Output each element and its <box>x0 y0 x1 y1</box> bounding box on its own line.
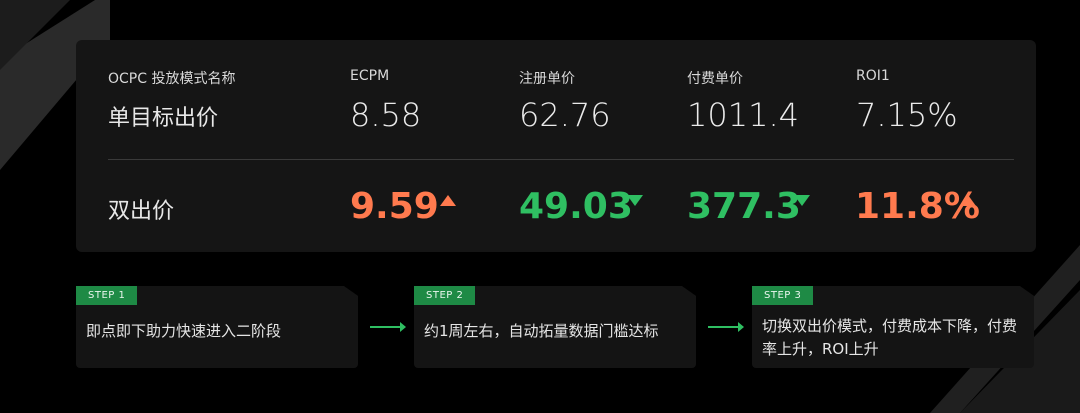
comparison-panel: OCPC 投放模式名称 ECPM 注册单价 付费单价 ROI1 单目标出价 8.… <box>76 40 1036 252</box>
header-pay-cost: 付费单价 <box>687 71 743 87</box>
trend-down-icon <box>794 195 810 206</box>
row2-pay-cost-value: 377.3 <box>687 186 801 227</box>
trend-up-icon <box>960 195 976 206</box>
row1-roi1-value: 7.15% <box>856 96 958 134</box>
step-badge: STEP 3 <box>752 286 814 305</box>
header-roi1: ROI1 <box>856 68 890 84</box>
header-register-cost: 注册单价 <box>519 71 575 87</box>
row1-ecpm-value: 8.58 <box>350 96 422 134</box>
arrow-right-icon <box>708 322 744 332</box>
step-text: 切换双出价模式，付费成本下降，付费率上升，ROI上升 <box>762 317 1018 358</box>
step-card-1: STEP 1 即点即下助力快速进入二阶段 <box>76 286 358 368</box>
arrow-right-icon <box>370 322 406 332</box>
step-badge: STEP 1 <box>76 286 138 305</box>
row-divider <box>108 159 1014 160</box>
header-mode-name: OCPC 投放模式名称 <box>108 71 236 87</box>
row2-ecpm-value: 9.59 <box>350 186 439 227</box>
step-card-2: STEP 2 约1周左右，自动拓量数据门槛达标 <box>414 286 696 368</box>
row2-label: 双出价 <box>108 199 175 224</box>
row1-label: 单目标出价 <box>108 106 219 131</box>
step-badge: STEP 2 <box>414 286 476 305</box>
row1-pay-cost-value: 1011.4 <box>687 96 799 134</box>
step-text: 约1周左右，自动拓量数据门槛达标 <box>424 322 659 340</box>
row2-register-cost-value: 49.03 <box>519 186 633 227</box>
row1-register-cost-value: 62.76 <box>519 96 611 134</box>
trend-up-icon <box>440 195 456 206</box>
step-text: 即点即下助力快速进入二阶段 <box>86 322 282 340</box>
header-ecpm: ECPM <box>350 68 390 84</box>
trend-down-icon <box>627 195 643 206</box>
step-card-3: STEP 3 切换双出价模式，付费成本下降，付费率上升，ROI上升 <box>752 286 1034 368</box>
row2-roi1-value: 11.8% <box>855 186 980 227</box>
